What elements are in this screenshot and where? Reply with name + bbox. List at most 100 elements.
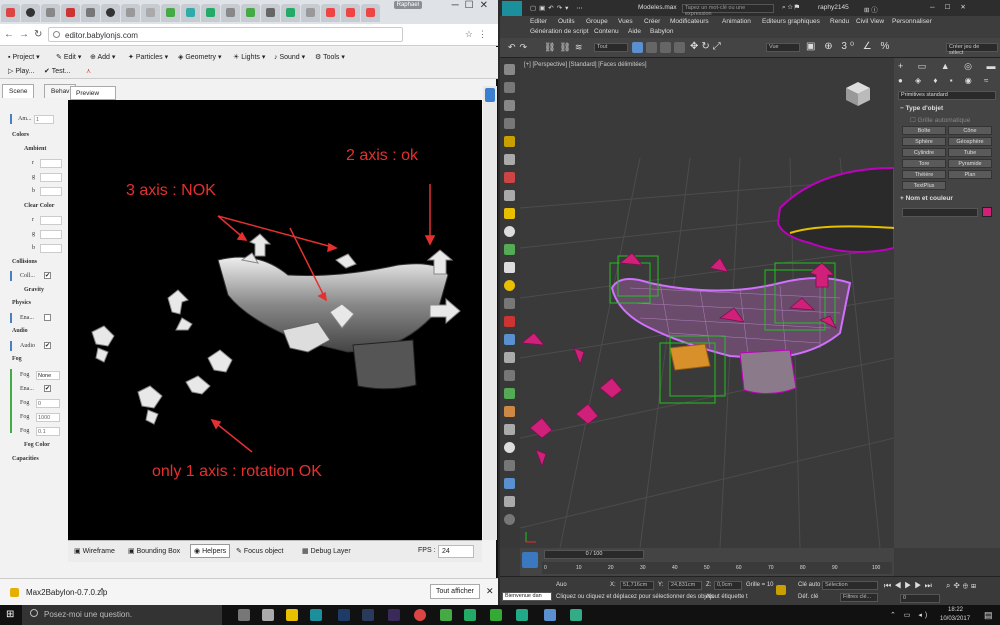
section-audio[interactable]: Audio xyxy=(12,328,28,334)
wireframe-button[interactable]: ▣ Wireframe xyxy=(74,547,115,555)
menu-lights[interactable]: ☀ Lights ▾ xyxy=(233,53,265,61)
tab-7[interactable] xyxy=(141,4,160,22)
snap-icons[interactable]: ▣ ⊕ 3⁰ ∠ % xyxy=(806,41,892,52)
collisions-checkbox[interactable]: ✔ xyxy=(44,272,51,279)
babylon-render-canvas[interactable]: 3 axis : NOK 2 axis : ok only 1 axis : r… xyxy=(68,100,482,540)
audio-checkbox[interactable]: ✔ xyxy=(44,342,51,349)
cone-button[interactable]: Cône xyxy=(948,126,992,135)
tab-scene[interactable]: Scene xyxy=(2,84,35,98)
toolbar-icon[interactable] xyxy=(504,334,515,345)
tab-5[interactable] xyxy=(101,4,120,22)
scene-explorer-icon[interactable] xyxy=(504,64,515,75)
menu-vues[interactable]: Vues xyxy=(618,18,633,25)
toolbar-icon[interactable] xyxy=(504,496,515,507)
command-panel-tabs[interactable]: + ▭ ▲ ◎ ▬ ⚙ xyxy=(898,61,1000,72)
box-button[interactable]: Boîte xyxy=(902,126,946,135)
close-download-bar-icon[interactable]: ✕ xyxy=(486,586,494,597)
select-by-name-icon[interactable] xyxy=(646,42,657,53)
object-name-input[interactable] xyxy=(902,208,978,217)
geosphere-button[interactable]: Géosphère xyxy=(948,137,992,146)
taskbar-app-icon[interactable] xyxy=(516,609,528,621)
panel-scrollbar[interactable] xyxy=(483,86,497,540)
menu-civil-view[interactable]: Civil View xyxy=(856,18,884,25)
start-button[interactable]: ⊞ xyxy=(6,609,14,620)
focus-object-button[interactable]: ✎ Focus object xyxy=(236,547,284,555)
create-category-icons[interactable]: ● ◈ ♦ ▪ ◉ ≈ ✦ xyxy=(898,76,1000,85)
user-account[interactable]: raphy2145 xyxy=(818,4,849,11)
download-menu-chevron[interactable]: ^ xyxy=(100,587,104,596)
menu-creer[interactable]: Créer xyxy=(644,18,660,25)
chrome-icon[interactable] xyxy=(414,609,426,621)
section-collisions[interactable]: Collisions xyxy=(12,259,37,265)
key-mode-select[interactable]: Sélection xyxy=(822,581,878,590)
tab-2[interactable] xyxy=(41,4,60,22)
toolbar-icon[interactable] xyxy=(504,514,515,525)
named-selection-set[interactable]: Créer jeu de sélect xyxy=(946,43,998,56)
ambient-g-input[interactable] xyxy=(40,173,62,182)
timeline-track[interactable]: 0 10 20 30 40 50 60 70 80 90 100 xyxy=(542,562,892,574)
toolbar-icon[interactable] xyxy=(504,262,515,273)
link-icons[interactable]: ⛓⛓≋ xyxy=(544,42,586,53)
menu-personnaliser[interactable]: Personnaliser xyxy=(892,18,932,25)
scroll-up-icon[interactable] xyxy=(485,88,495,102)
toolbar-icon[interactable] xyxy=(504,424,515,435)
name-color-rollout[interactable]: + Nom et couleur xyxy=(900,195,953,202)
sheets-icon[interactable] xyxy=(464,609,476,621)
time-slider[interactable]: 0 / 100 xyxy=(544,550,644,559)
taskbar-app-icon[interactable] xyxy=(490,609,502,621)
x-coordinate-input[interactable]: 51,716cm xyxy=(620,581,654,590)
after-effects-icon[interactable] xyxy=(388,609,400,621)
layer-icon[interactable] xyxy=(504,82,515,93)
section-ambient[interactable]: Ambient xyxy=(24,146,46,152)
menu-geometry[interactable]: ◈ Geometry ▾ xyxy=(178,53,222,61)
lightroom-icon[interactable] xyxy=(362,609,374,621)
system-tray-icons[interactable]: ⌃ ▭ ◂) xyxy=(890,611,930,619)
file-explorer-icon[interactable] xyxy=(286,609,298,621)
torus-button[interactable]: Tore xyxy=(902,159,946,168)
menu-groupe[interactable]: Groupe xyxy=(586,18,608,25)
window-controls[interactable]: ─☐✕ xyxy=(452,0,494,11)
tab-13[interactable] xyxy=(261,4,280,22)
menu-babylon[interactable]: Babylon xyxy=(650,28,674,35)
window-crossing-icon[interactable] xyxy=(674,42,685,53)
z-coordinate-input[interactable]: 0,0cm xyxy=(714,581,742,590)
clear-b-input[interactable] xyxy=(40,244,62,253)
add-time-tag[interactable]: Ajout étiquette t xyxy=(706,594,748,600)
set-key-button[interactable]: Déf. clé xyxy=(798,594,818,600)
tab-6[interactable] xyxy=(121,4,140,22)
ambient-input[interactable]: 1 xyxy=(34,115,54,124)
sun-icon[interactable] xyxy=(504,280,515,291)
cylinder-button[interactable]: Cylindre xyxy=(902,148,946,157)
tube-button[interactable]: Tube xyxy=(948,148,992,157)
selection-filter-select[interactable]: Tout xyxy=(594,43,628,52)
nav-buttons[interactable]: ←→↻ xyxy=(4,29,47,40)
object-type-rollout[interactable]: − Type d'objet xyxy=(900,105,943,112)
ambient-r-input[interactable] xyxy=(40,159,62,168)
photoshop-icon[interactable] xyxy=(338,609,350,621)
menu-contenu[interactable]: Contenu xyxy=(594,28,619,35)
taskbar-app-icon[interactable] xyxy=(570,609,582,621)
tab-gmail[interactable] xyxy=(1,4,20,22)
reference-coord-select[interactable]: Vue xyxy=(766,43,800,52)
pyramid-button[interactable]: Pyramide xyxy=(948,159,992,168)
fog-start-input[interactable]: 0 xyxy=(36,399,60,408)
camera-icon[interactable] xyxy=(504,154,515,165)
task-view-icon[interactable] xyxy=(238,609,250,621)
maxscript-listener[interactable]: Bienvenue dan xyxy=(502,592,552,601)
taskbar-search[interactable]: Posez-moi une question. xyxy=(22,605,222,625)
physics-checkbox[interactable] xyxy=(44,314,51,321)
help-icon[interactable]: ⊞ ⓘ xyxy=(864,4,878,14)
toolbar-icon[interactable] xyxy=(504,370,515,381)
profile-badge[interactable]: Raphael xyxy=(393,1,422,9)
tab-github[interactable] xyxy=(21,4,40,22)
primitives-dropdown[interactable]: Primitives standard xyxy=(898,91,996,100)
ambient-b-input[interactable] xyxy=(40,187,62,196)
menu-particles[interactable]: ✦ Particles ▾ xyxy=(128,53,168,61)
toolbar-icon[interactable] xyxy=(504,406,515,417)
tab-8[interactable] xyxy=(161,4,180,22)
undo-redo-icons[interactable]: ↶↷ xyxy=(508,42,531,53)
tab-4[interactable] xyxy=(81,4,100,22)
menu-aide[interactable]: Aide xyxy=(628,28,641,35)
tab-3[interactable] xyxy=(61,4,80,22)
menu-play[interactable]: ▷ Play... xyxy=(8,67,34,75)
